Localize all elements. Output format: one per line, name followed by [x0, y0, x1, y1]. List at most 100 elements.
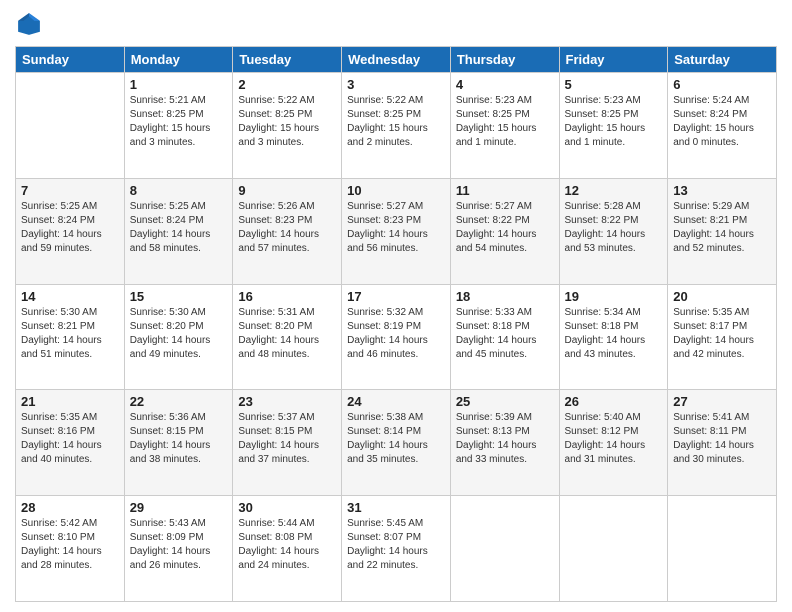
cell-date: 28 [21, 500, 119, 515]
calendar-cell: 13 Sunrise: 5:29 AMSunset: 8:21 PMDayligh… [668, 178, 777, 284]
cell-date: 25 [456, 394, 554, 409]
cell-info: Sunrise: 5:40 AMSunset: 8:12 PMDaylight:… [565, 411, 663, 467]
calendar-cell: 25 Sunrise: 5:39 AMSunset: 8:13 PMDayligh… [450, 390, 559, 496]
cell-info: Sunrise: 5:35 AMSunset: 8:16 PMDaylight:… [21, 411, 119, 467]
cell-info: Sunrise: 5:43 AMSunset: 8:09 PMDaylight:… [130, 517, 228, 573]
calendar-cell: 23 Sunrise: 5:37 AMSunset: 8:15 PMDayligh… [233, 390, 342, 496]
cell-date: 11 [456, 183, 554, 198]
calendar-cell [668, 496, 777, 602]
cell-date: 21 [21, 394, 119, 409]
header [15, 10, 777, 38]
calendar-cell: 27Sunrise: 5:41 AMSunset: 8:11 PMDayligh… [668, 390, 777, 496]
cell-info: Sunrise: 5:42 AMSunset: 8:10 PMDaylight:… [21, 517, 119, 573]
cell-info: Sunrise: 5:25 AMSunset: 8:24 PMDaylight:… [130, 200, 228, 256]
calendar-cell: 29 Sunrise: 5:43 AMSunset: 8:09 PMDayligh… [124, 496, 233, 602]
calendar-cell: 1 Sunrise: 5:21 AMSunset: 8:25 PMDaylight… [124, 73, 233, 179]
day-header-tuesday: Tuesday [233, 47, 342, 73]
calendar-cell: 17 Sunrise: 5:32 AMSunset: 8:19 PMDayligh… [342, 284, 451, 390]
cell-info: Sunrise: 5:21 AMSunset: 8:25 PMDaylight:… [130, 94, 228, 150]
cell-date: 2 [238, 77, 336, 92]
cell-info: Sunrise: 5:25 AMSunset: 8:24 PMDaylight:… [21, 200, 119, 256]
day-header-monday: Monday [124, 47, 233, 73]
week-row-4: 28 Sunrise: 5:42 AMSunset: 8:10 PMDayligh… [16, 496, 777, 602]
cell-date: 15 [130, 289, 228, 304]
week-row-3: 21 Sunrise: 5:35 AMSunset: 8:16 PMDayligh… [16, 390, 777, 496]
calendar-cell [450, 496, 559, 602]
cell-info: Sunrise: 5:36 AMSunset: 8:15 PMDaylight:… [130, 411, 228, 467]
calendar-cell: 6 Sunrise: 5:24 AMSunset: 8:24 PMDaylight… [668, 73, 777, 179]
calendar-cell: 22 Sunrise: 5:36 AMSunset: 8:15 PMDayligh… [124, 390, 233, 496]
calendar-cell: 12Sunrise: 5:28 AMSunset: 8:22 PMDayligh… [559, 178, 668, 284]
cell-date: 4 [456, 77, 554, 92]
day-header-friday: Friday [559, 47, 668, 73]
cell-info: Sunrise: 5:22 AMSunset: 8:25 PMDaylight:… [347, 94, 445, 150]
day-header-wednesday: Wednesday [342, 47, 451, 73]
cell-date: 23 [238, 394, 336, 409]
cell-date: 22 [130, 394, 228, 409]
calendar-cell: 5 Sunrise: 5:23 AMSunset: 8:25 PMDaylight… [559, 73, 668, 179]
calendar-cell: 28 Sunrise: 5:42 AMSunset: 8:10 PMDayligh… [16, 496, 125, 602]
calendar-cell: 11 Sunrise: 5:27 AMSunset: 8:22 PMDayligh… [450, 178, 559, 284]
calendar-cell: 19 Sunrise: 5:34 AMSunset: 8:18 PMDayligh… [559, 284, 668, 390]
calendar-cell: 30 Sunrise: 5:44 AMSunset: 8:08 PMDayligh… [233, 496, 342, 602]
cell-date: 18 [456, 289, 554, 304]
cell-date: 13 [673, 183, 771, 198]
cell-info: Sunrise: 5:34 AMSunset: 8:18 PMDaylight:… [565, 306, 663, 362]
calendar-cell: 21 Sunrise: 5:35 AMSunset: 8:16 PMDayligh… [16, 390, 125, 496]
cell-info: Sunrise: 5:39 AMSunset: 8:13 PMDaylight:… [456, 411, 554, 467]
calendar-cell: 31 Sunrise: 5:45 AMSunset: 8:07 PMDayligh… [342, 496, 451, 602]
week-row-0: 1 Sunrise: 5:21 AMSunset: 8:25 PMDaylight… [16, 73, 777, 179]
cell-date: 7 [21, 183, 119, 198]
cell-date: 19 [565, 289, 663, 304]
cell-info: Sunrise: 5:23 AMSunset: 8:25 PMDaylight:… [565, 94, 663, 150]
logo [15, 10, 47, 38]
cell-date: 31 [347, 500, 445, 515]
cell-info: Sunrise: 5:27 AMSunset: 8:22 PMDaylight:… [456, 200, 554, 256]
day-header-thursday: Thursday [450, 47, 559, 73]
cell-date: 5 [565, 77, 663, 92]
calendar-cell: 10 Sunrise: 5:27 AMSunset: 8:23 PMDayligh… [342, 178, 451, 284]
calendar-cell: 15Sunrise: 5:30 AMSunset: 8:20 PMDayligh… [124, 284, 233, 390]
cell-info: Sunrise: 5:30 AMSunset: 8:21 PMDaylight:… [21, 306, 119, 362]
cell-date: 17 [347, 289, 445, 304]
day-header-sunday: Sunday [16, 47, 125, 73]
cell-date: 9 [238, 183, 336, 198]
cell-info: Sunrise: 5:23 AMSunset: 8:25 PMDaylight:… [456, 94, 554, 150]
cell-date: 16 [238, 289, 336, 304]
calendar-table: SundayMondayTuesdayWednesdayThursdayFrid… [15, 46, 777, 602]
cell-date: 20 [673, 289, 771, 304]
calendar-cell: 14 Sunrise: 5:30 AMSunset: 8:21 PMDayligh… [16, 284, 125, 390]
logo-icon [15, 10, 43, 38]
week-row-2: 14 Sunrise: 5:30 AMSunset: 8:21 PMDayligh… [16, 284, 777, 390]
cell-info: Sunrise: 5:24 AMSunset: 8:24 PMDaylight:… [673, 94, 771, 150]
calendar-cell: 8Sunrise: 5:25 AMSunset: 8:24 PMDaylight… [124, 178, 233, 284]
calendar-cell: 20Sunrise: 5:35 AMSunset: 8:17 PMDayligh… [668, 284, 777, 390]
calendar-cell [559, 496, 668, 602]
cell-info: Sunrise: 5:29 AMSunset: 8:21 PMDaylight:… [673, 200, 771, 256]
cell-date: 29 [130, 500, 228, 515]
cell-date: 30 [238, 500, 336, 515]
cell-date: 14 [21, 289, 119, 304]
cell-info: Sunrise: 5:32 AMSunset: 8:19 PMDaylight:… [347, 306, 445, 362]
page: SundayMondayTuesdayWednesdayThursdayFrid… [0, 0, 792, 612]
cell-info: Sunrise: 5:27 AMSunset: 8:23 PMDaylight:… [347, 200, 445, 256]
cell-date: 24 [347, 394, 445, 409]
cell-info: Sunrise: 5:33 AMSunset: 8:18 PMDaylight:… [456, 306, 554, 362]
calendar-cell: 7 Sunrise: 5:25 AMSunset: 8:24 PMDaylight… [16, 178, 125, 284]
cell-date: 10 [347, 183, 445, 198]
calendar-cell: 2Sunrise: 5:22 AMSunset: 8:25 PMDaylight… [233, 73, 342, 179]
cell-date: 26 [565, 394, 663, 409]
cell-info: Sunrise: 5:45 AMSunset: 8:07 PMDaylight:… [347, 517, 445, 573]
calendar-cell: 4 Sunrise: 5:23 AMSunset: 8:25 PMDaylight… [450, 73, 559, 179]
cell-date: 1 [130, 77, 228, 92]
calendar-cell: 9Sunrise: 5:26 AMSunset: 8:23 PMDaylight… [233, 178, 342, 284]
cell-date: 12 [565, 183, 663, 198]
day-header-saturday: Saturday [668, 47, 777, 73]
week-row-1: 7 Sunrise: 5:25 AMSunset: 8:24 PMDaylight… [16, 178, 777, 284]
cell-info: Sunrise: 5:44 AMSunset: 8:08 PMDaylight:… [238, 517, 336, 573]
cell-info: Sunrise: 5:37 AMSunset: 8:15 PMDaylight:… [238, 411, 336, 467]
cell-date: 6 [673, 77, 771, 92]
cell-info: Sunrise: 5:38 AMSunset: 8:14 PMDaylight:… [347, 411, 445, 467]
calendar-cell: 18 Sunrise: 5:33 AMSunset: 8:18 PMDayligh… [450, 284, 559, 390]
cell-info: Sunrise: 5:31 AMSunset: 8:20 PMDaylight:… [238, 306, 336, 362]
